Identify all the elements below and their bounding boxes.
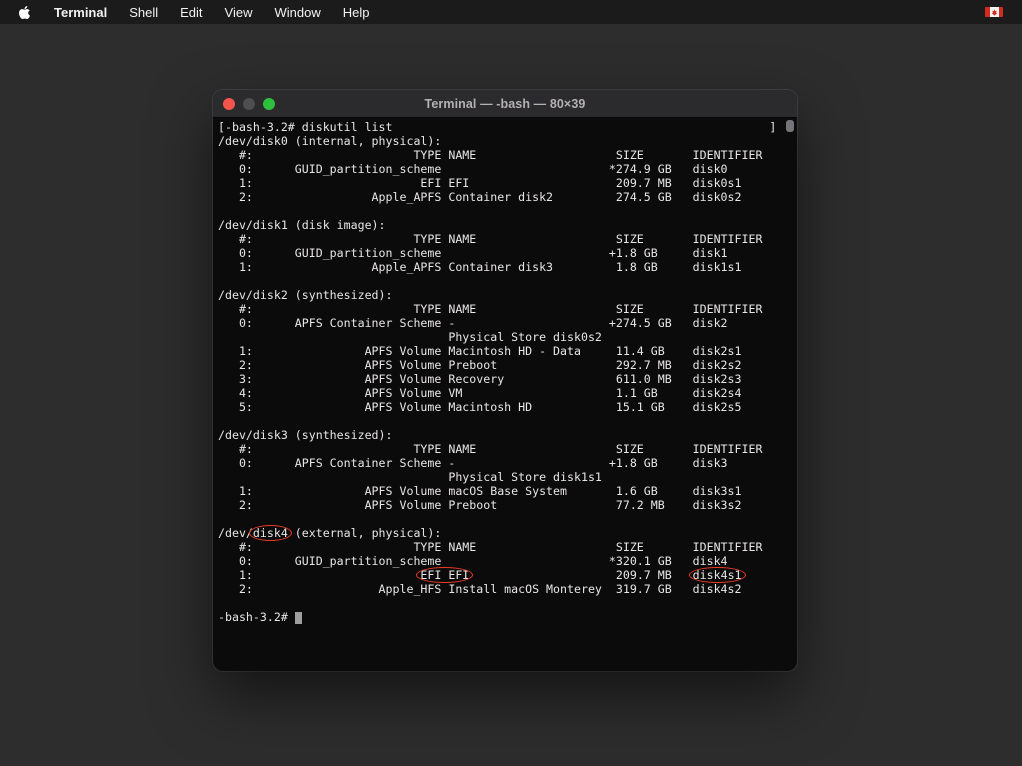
terminal-line: [-bash-3.2# diskutil list ] bbox=[218, 120, 783, 134]
menu-item-edit[interactable]: Edit bbox=[169, 0, 213, 24]
window-title: Terminal — -bash — 80×39 bbox=[425, 97, 586, 111]
terminal-line: 2: Apple_HFS Install macOS Monterey 319.… bbox=[218, 582, 783, 596]
terminal-line: /dev/disk3 (synthesized): bbox=[218, 428, 783, 442]
input-source-menu[interactable] bbox=[974, 0, 1014, 24]
terminal-line: 0: GUID_partition_scheme *274.9 GB disk0 bbox=[218, 162, 783, 176]
title-bar[interactable]: Terminal — -bash — 80×39 bbox=[213, 90, 797, 118]
apple-logo-icon bbox=[18, 5, 31, 20]
canada-flag-icon bbox=[985, 7, 1003, 17]
terminal-line: 0: GUID_partition_scheme +1.8 GB disk1 bbox=[218, 246, 783, 260]
terminal-line: 4: APFS Volume VM 1.1 GB disk2s4 bbox=[218, 386, 783, 400]
menu-item-view[interactable]: View bbox=[214, 0, 264, 24]
terminal-window: Terminal — -bash — 80×39 [-bash-3.2# dis… bbox=[213, 90, 797, 671]
traffic-lights bbox=[223, 90, 275, 117]
terminal-line bbox=[218, 204, 783, 218]
annotation-circle: EFI EFI bbox=[420, 568, 469, 582]
terminal-line: -bash-3.2# bbox=[218, 610, 783, 624]
apple-menu[interactable] bbox=[8, 0, 43, 24]
scrollbar-thumb[interactable] bbox=[786, 120, 794, 132]
terminal-line: #: TYPE NAME SIZE IDENTIFIER bbox=[218, 540, 783, 554]
terminal-line: Physical Store disk0s2 bbox=[218, 330, 783, 344]
menu-item-terminal[interactable]: Terminal bbox=[43, 0, 118, 24]
terminal-line: #: TYPE NAME SIZE IDENTIFIER bbox=[218, 302, 783, 316]
terminal-line: 2: APFS Volume Preboot 77.2 MB disk3s2 bbox=[218, 498, 783, 512]
close-button[interactable] bbox=[223, 98, 235, 110]
terminal-line: 0: APFS Container Scheme - +1.8 GB disk3 bbox=[218, 456, 783, 470]
terminal-line: 1: EFI EFI 209.7 MB disk0s1 bbox=[218, 176, 783, 190]
terminal-line: 3: APFS Volume Recovery 611.0 MB disk2s3 bbox=[218, 372, 783, 386]
menu-item-window[interactable]: Window bbox=[264, 0, 332, 24]
terminal-line: 5: APFS Volume Macintosh HD 15.1 GB disk… bbox=[218, 400, 783, 414]
scrollbar[interactable] bbox=[783, 118, 797, 671]
annotation-circle: disk4 bbox=[253, 526, 288, 540]
menu-bar: Terminal Shell Edit View Window Help bbox=[0, 0, 1022, 24]
terminal-line: /dev/disk2 (synthesized): bbox=[218, 288, 783, 302]
terminal-line bbox=[218, 274, 783, 288]
terminal-line: /dev/disk4 (external, physical): bbox=[218, 526, 783, 540]
annotation-circle: disk4s1 bbox=[693, 568, 742, 582]
terminal-line: #: TYPE NAME SIZE IDENTIFIER bbox=[218, 232, 783, 246]
menu-item-shell[interactable]: Shell bbox=[118, 0, 169, 24]
terminal-line: /dev/disk0 (internal, physical): bbox=[218, 134, 783, 148]
terminal-line: 2: Apple_APFS Container disk2 274.5 GB d… bbox=[218, 190, 783, 204]
terminal-line: 0: GUID_partition_scheme *320.1 GB disk4 bbox=[218, 554, 783, 568]
terminal-line: #: TYPE NAME SIZE IDENTIFIER bbox=[218, 442, 783, 456]
terminal-line: 1: APFS Volume Macintosh HD - Data 11.4 … bbox=[218, 344, 783, 358]
terminal-line: Physical Store disk1s1 bbox=[218, 470, 783, 484]
terminal-line bbox=[218, 414, 783, 428]
terminal-line: 0: APFS Container Scheme - +274.5 GB dis… bbox=[218, 316, 783, 330]
terminal-line: 1: Apple_APFS Container disk3 1.8 GB dis… bbox=[218, 260, 783, 274]
terminal-line: 1: EFI EFI 209.7 MB disk4s1 bbox=[218, 568, 783, 582]
terminal-line: 1: APFS Volume macOS Base System 1.6 GB … bbox=[218, 484, 783, 498]
terminal-line: /dev/disk1 (disk image): bbox=[218, 218, 783, 232]
terminal-line: #: TYPE NAME SIZE IDENTIFIER bbox=[218, 148, 783, 162]
minimize-button[interactable] bbox=[243, 98, 255, 110]
terminal-line bbox=[218, 512, 783, 526]
terminal-cursor bbox=[295, 612, 302, 624]
menu-item-help[interactable]: Help bbox=[332, 0, 381, 24]
terminal-body[interactable]: [-bash-3.2# diskutil list ]/dev/disk0 (i… bbox=[213, 118, 797, 671]
terminal-line bbox=[218, 596, 783, 610]
zoom-button[interactable] bbox=[263, 98, 275, 110]
terminal-output: [-bash-3.2# diskutil list ]/dev/disk0 (i… bbox=[218, 120, 783, 671]
terminal-line: 2: APFS Volume Preboot 292.7 MB disk2s2 bbox=[218, 358, 783, 372]
